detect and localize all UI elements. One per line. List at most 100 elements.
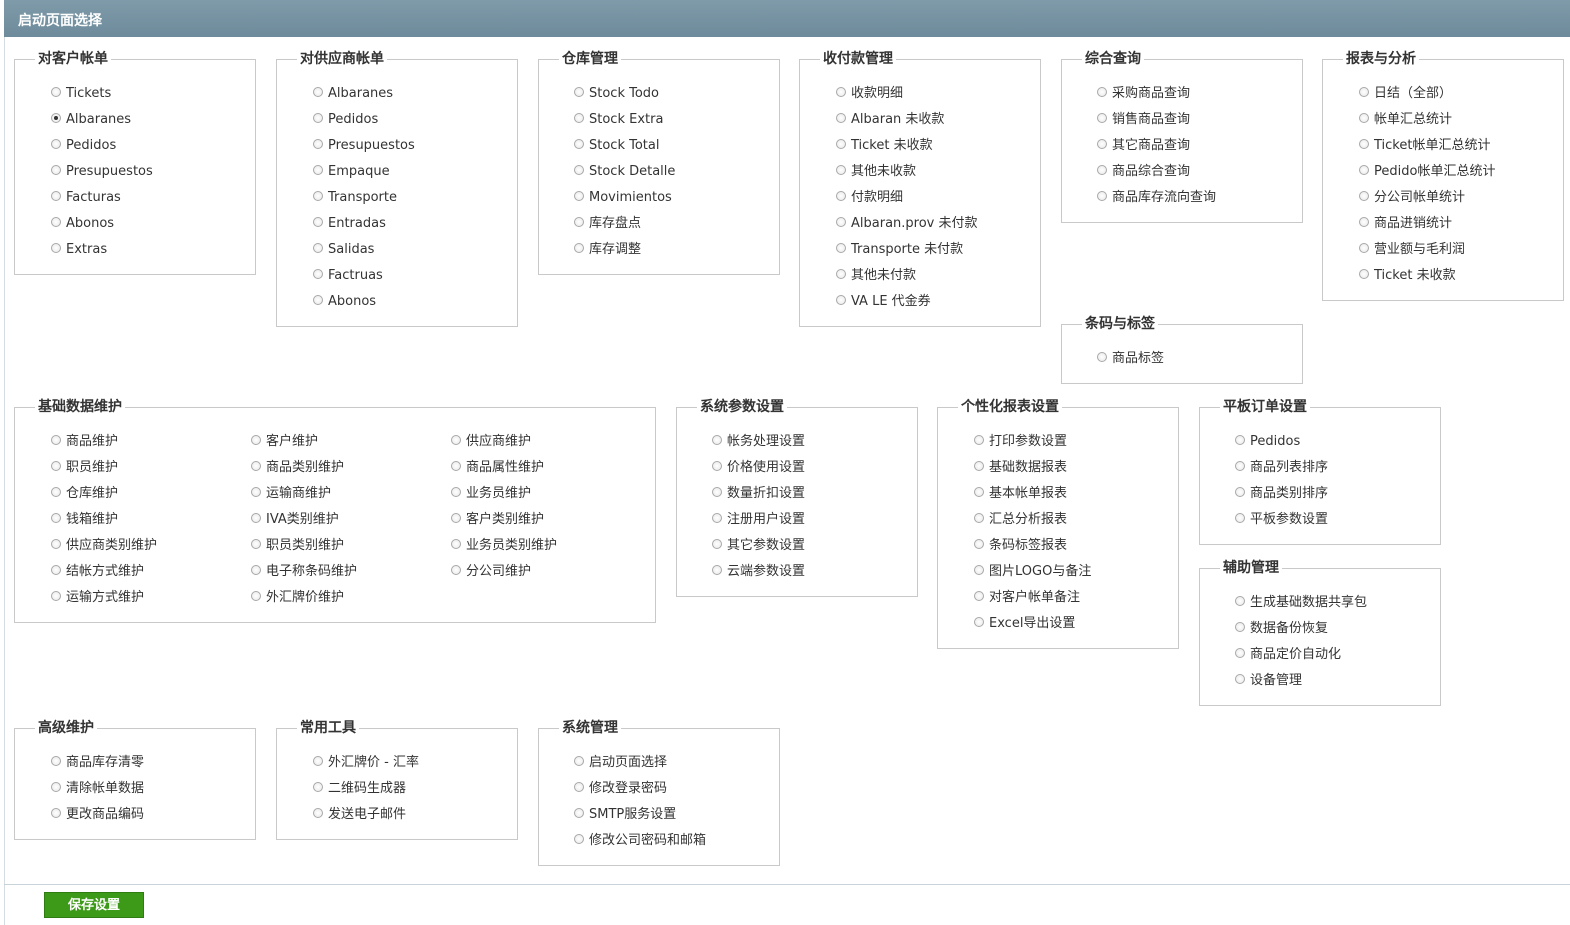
radio-option[interactable]: Abonos bbox=[313, 292, 376, 312]
radio-button[interactable] bbox=[1097, 164, 1107, 175]
radio-button[interactable] bbox=[1235, 647, 1245, 658]
radio-option[interactable]: Transporte 未付款 bbox=[836, 240, 963, 260]
radio-button[interactable] bbox=[251, 564, 261, 575]
radio-button[interactable] bbox=[712, 434, 722, 445]
radio-button[interactable] bbox=[251, 434, 261, 445]
radio-button[interactable] bbox=[313, 86, 323, 97]
radio-button[interactable] bbox=[1235, 486, 1245, 497]
radio-button[interactable] bbox=[51, 512, 61, 523]
radio-option[interactable]: 分公司维护 bbox=[451, 562, 531, 582]
radio-option[interactable]: Stock Todo bbox=[574, 84, 659, 104]
radio-button[interactable] bbox=[313, 138, 323, 149]
radio-option[interactable]: 其他未付款 bbox=[836, 266, 916, 286]
radio-button[interactable] bbox=[712, 460, 722, 471]
radio-button[interactable] bbox=[51, 781, 61, 792]
radio-button[interactable] bbox=[574, 833, 584, 844]
radio-button[interactable] bbox=[451, 512, 461, 523]
radio-option[interactable]: 条码标签报表 bbox=[974, 536, 1067, 556]
radio-button[interactable] bbox=[574, 755, 584, 766]
radio-button[interactable] bbox=[313, 268, 323, 279]
radio-button[interactable] bbox=[313, 190, 323, 201]
radio-button[interactable] bbox=[51, 538, 61, 549]
radio-option[interactable]: 结帐方式维护 bbox=[51, 562, 144, 582]
radio-button[interactable] bbox=[313, 216, 323, 227]
radio-button[interactable] bbox=[1097, 112, 1107, 123]
radio-option[interactable]: Facturas bbox=[51, 188, 121, 208]
radio-option[interactable]: 云端参数设置 bbox=[712, 562, 805, 582]
radio-option[interactable]: 帐务处理设置 bbox=[712, 432, 805, 452]
radio-button[interactable] bbox=[836, 216, 846, 227]
radio-option[interactable]: 业务员类别维护 bbox=[451, 536, 557, 556]
radio-option[interactable]: 商品属性维护 bbox=[451, 458, 544, 478]
radio-option[interactable]: 商品库存流向查询 bbox=[1097, 188, 1216, 208]
radio-button[interactable] bbox=[836, 86, 846, 97]
radio-button[interactable] bbox=[974, 590, 984, 601]
radio-button[interactable] bbox=[451, 538, 461, 549]
radio-option[interactable]: 图片LOGO与备注 bbox=[974, 562, 1091, 582]
radio-button[interactable] bbox=[974, 460, 984, 471]
radio-option[interactable]: Albaranes bbox=[51, 110, 131, 130]
radio-option[interactable]: 运输商维护 bbox=[251, 484, 331, 504]
radio-option[interactable]: 分公司帐单统计 bbox=[1359, 188, 1465, 208]
radio-option[interactable]: 职员维护 bbox=[51, 458, 118, 478]
radio-button[interactable] bbox=[1359, 164, 1369, 175]
radio-option[interactable]: Pedidos bbox=[1235, 432, 1300, 452]
radio-option[interactable]: 汇总分析报表 bbox=[974, 510, 1067, 530]
radio-button[interactable] bbox=[974, 512, 984, 523]
radio-button[interactable] bbox=[574, 807, 584, 818]
radio-option[interactable]: 钱箱维护 bbox=[51, 510, 118, 530]
radio-option[interactable]: 付款明细 bbox=[836, 188, 903, 208]
radio-button[interactable] bbox=[313, 294, 323, 305]
radio-button[interactable] bbox=[836, 190, 846, 201]
radio-button[interactable] bbox=[51, 242, 61, 253]
radio-button[interactable] bbox=[313, 242, 323, 253]
radio-option[interactable]: Albaran.prov 未付款 bbox=[836, 214, 978, 234]
radio-option[interactable]: Pedido帐单汇总统计 bbox=[1359, 162, 1495, 182]
radio-button[interactable] bbox=[712, 512, 722, 523]
radio-option[interactable]: 电子称条码维护 bbox=[251, 562, 357, 582]
radio-option[interactable]: Factruas bbox=[313, 266, 383, 286]
radio-option[interactable]: 对客户帐单备注 bbox=[974, 588, 1080, 608]
radio-option[interactable]: Entradas bbox=[313, 214, 386, 234]
radio-button[interactable] bbox=[974, 434, 984, 445]
radio-button[interactable] bbox=[1235, 434, 1245, 445]
radio-option[interactable]: Excel导出设置 bbox=[974, 614, 1075, 634]
radio-option[interactable]: 商品标签 bbox=[1097, 349, 1164, 369]
radio-option[interactable]: 帐单汇总统计 bbox=[1359, 110, 1452, 130]
radio-button[interactable] bbox=[451, 434, 461, 445]
radio-button[interactable] bbox=[313, 112, 323, 123]
radio-option[interactable]: 发送电子邮件 bbox=[313, 805, 406, 825]
radio-button[interactable] bbox=[574, 242, 584, 253]
radio-button[interactable] bbox=[1097, 86, 1107, 97]
radio-option[interactable]: 商品类别维护 bbox=[251, 458, 344, 478]
radio-option[interactable]: 基础数据报表 bbox=[974, 458, 1067, 478]
radio-option[interactable]: VA LE 代金券 bbox=[836, 292, 931, 312]
radio-option[interactable]: 数据备份恢复 bbox=[1235, 619, 1328, 639]
radio-button[interactable] bbox=[1097, 190, 1107, 201]
radio-button[interactable] bbox=[836, 242, 846, 253]
radio-option[interactable]: 日结（全部） bbox=[1359, 84, 1452, 104]
radio-option[interactable]: 修改登录密码 bbox=[574, 779, 667, 799]
radio-button[interactable] bbox=[1235, 460, 1245, 471]
radio-button[interactable] bbox=[574, 138, 584, 149]
radio-button[interactable] bbox=[1359, 138, 1369, 149]
radio-option[interactable]: 供应商类别维护 bbox=[51, 536, 157, 556]
radio-option[interactable]: Salidas bbox=[313, 240, 374, 260]
radio-option[interactable]: Ticket 未收款 bbox=[836, 136, 933, 156]
radio-option[interactable]: Presupuestos bbox=[313, 136, 415, 156]
radio-option[interactable]: 外汇牌价 - 汇率 bbox=[313, 753, 419, 773]
radio-option[interactable]: IVA类别维护 bbox=[251, 510, 339, 530]
radio-button[interactable] bbox=[451, 486, 461, 497]
radio-option[interactable]: 商品类别排序 bbox=[1235, 484, 1328, 504]
radio-button[interactable] bbox=[51, 755, 61, 766]
radio-option[interactable]: 客户类别维护 bbox=[451, 510, 544, 530]
radio-option[interactable]: 启动页面选择 bbox=[574, 753, 667, 773]
radio-option[interactable]: Stock Detalle bbox=[574, 162, 675, 182]
radio-button[interactable] bbox=[1235, 673, 1245, 684]
radio-option[interactable]: 基本帐单报表 bbox=[974, 484, 1067, 504]
radio-button[interactable] bbox=[712, 486, 722, 497]
radio-button[interactable] bbox=[1359, 190, 1369, 201]
radio-option[interactable]: 外汇牌价维护 bbox=[251, 588, 344, 608]
radio-button[interactable] bbox=[51, 434, 61, 445]
radio-button[interactable] bbox=[51, 486, 61, 497]
